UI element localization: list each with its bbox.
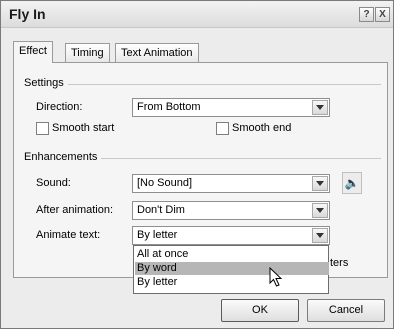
help-button[interactable]: ? xyxy=(359,7,374,22)
tab-text-animation[interactable]: Text Animation xyxy=(115,43,199,62)
direction-select[interactable]: From Bottom xyxy=(132,98,330,117)
mouse-pointer-icon xyxy=(269,267,283,287)
sound-label: Sound: xyxy=(36,177,71,189)
animate-text-label: Animate text: xyxy=(36,229,101,241)
smooth-end-label[interactable]: Smooth end xyxy=(232,122,291,134)
tab-effect[interactable]: Effect xyxy=(13,41,53,63)
dialog-title: Fly In xyxy=(9,6,46,22)
tab-timing[interactable]: Timing xyxy=(65,43,110,62)
animate-text-select[interactable]: By letter xyxy=(132,226,330,245)
chevron-down-icon[interactable] xyxy=(312,100,328,115)
smooth-start-checkbox[interactable] xyxy=(36,122,49,135)
partially-hidden-text: ters xyxy=(330,257,349,269)
smooth-end-checkbox[interactable] xyxy=(216,122,229,135)
enhancements-heading: Enhancements xyxy=(24,151,102,163)
sound-select[interactable]: [No Sound] xyxy=(132,174,330,193)
option-by-word[interactable]: By word xyxy=(135,262,329,275)
chevron-down-icon[interactable] xyxy=(312,176,328,191)
speaker-icon[interactable]: 🔈 xyxy=(342,172,362,194)
after-animation-value: Don't Dim xyxy=(137,204,185,216)
ok-button[interactable]: OK xyxy=(221,299,299,322)
title-bar: Fly In ? X xyxy=(1,1,393,28)
chevron-down-icon[interactable] xyxy=(312,228,328,243)
direction-label: Direction: xyxy=(36,101,83,113)
close-button[interactable]: X xyxy=(375,7,390,22)
fly-in-dialog: Fly In ? X Effect Timing Text Animation … xyxy=(0,0,394,329)
chevron-down-icon[interactable] xyxy=(312,203,328,218)
animate-text-value: By letter xyxy=(137,229,178,241)
settings-divider xyxy=(27,84,381,85)
option-by-letter[interactable]: By letter xyxy=(135,276,329,289)
option-all-at-once[interactable]: All at once xyxy=(135,248,329,261)
animate-text-dropdown-list: All at once By word By letter xyxy=(133,245,329,294)
cancel-button[interactable]: Cancel xyxy=(307,299,385,322)
sound-value: [No Sound] xyxy=(137,177,193,189)
direction-value: From Bottom xyxy=(137,101,201,113)
after-animation-label: After animation: xyxy=(36,204,114,216)
settings-heading: Settings xyxy=(24,77,68,89)
smooth-start-label[interactable]: Smooth start xyxy=(52,122,114,134)
after-animation-select[interactable]: Don't Dim xyxy=(132,201,330,220)
